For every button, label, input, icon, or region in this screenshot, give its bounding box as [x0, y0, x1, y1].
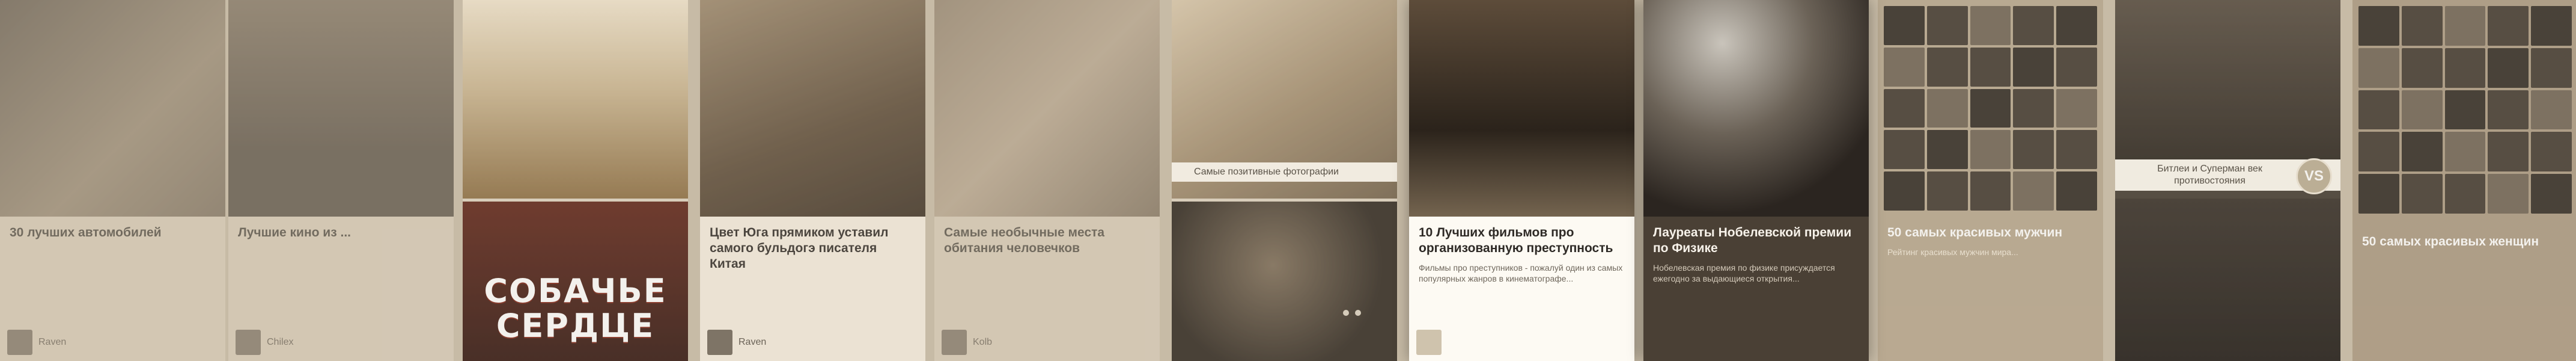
poster-title: СЕРДЦЕ — [496, 307, 655, 345]
author-avatar — [707, 330, 732, 355]
author-avatar — [942, 330, 967, 355]
card-thumbnail[interactable] — [700, 0, 925, 217]
collection-card[interactable]: Самые позитивные фотографии — [1172, 0, 1397, 361]
versus-badge: VS — [2296, 158, 2332, 194]
author-name: Chilex — [267, 337, 294, 347]
card-thumbnail[interactable] — [1172, 202, 1397, 361]
card-caption: Лауреаты Нобелевской премии по Физике Но… — [1643, 217, 1869, 284]
card-title[interactable]: 30 лучших автомобилей — [10, 225, 216, 241]
author-avatar — [236, 330, 261, 355]
card-thumbnail[interactable] — [228, 0, 454, 217]
author-name: Raven — [38, 337, 67, 347]
card-description: Фильмы про преступников - пожалуй один и… — [1419, 263, 1623, 283]
card-author[interactable] — [1416, 330, 1448, 355]
card-author[interactable]: Raven — [7, 330, 66, 355]
faces-grid[interactable] — [2358, 6, 2572, 214]
carousel-strip: 30 лучших автомобилей Raven Лучшие кино … — [0, 0, 2576, 361]
poster-title: СОБАЧЬЕ — [484, 272, 667, 310]
faces-grid[interactable] — [1884, 6, 2097, 211]
card-description: Нобелевская премия по физике присуждаетс… — [1653, 263, 1835, 283]
card-author[interactable]: Chilex — [236, 330, 293, 355]
card-banner[interactable]: Самые позитивные фотографии — [1172, 162, 1397, 182]
card-thumbnail[interactable] — [1409, 0, 1634, 217]
card-description: Рейтинг красивых мужчин мира... — [1887, 247, 2018, 257]
card-thumbnail[interactable] — [0, 0, 225, 217]
collection-card[interactable]: 50 самых красивых мужчин Рейтинг красивы… — [1878, 0, 2103, 361]
card-title[interactable]: 50 самых красивых мужчин — [1887, 225, 2093, 241]
card-title[interactable]: 50 самых красивых женщин — [2362, 234, 2568, 250]
card-author[interactable]: Raven — [707, 330, 766, 355]
card-caption: 10 Лучших фильмов про организованную пре… — [1409, 217, 1634, 284]
poster-image[interactable]: СОБАЧЬЕ СЕРДЦЕ — [463, 202, 688, 361]
collection-card[interactable]: Битлеи и Суперман век противостояния VS — [2115, 0, 2340, 361]
slide-dot-icon[interactable] — [1343, 310, 1349, 316]
author-name: Kolb — [973, 337, 993, 347]
card-title[interactable]: Лучшие кино из ... — [238, 225, 444, 241]
card-caption: Цвет Юга прямиком уставил самого бульдог… — [700, 217, 925, 278]
collection-card[interactable]: Лауреаты Нобелевской премии по Физике Но… — [1643, 0, 1869, 361]
card-title[interactable]: 10 Лучших фильмов про организованную пре… — [1419, 225, 1625, 256]
card-caption: Лучшие кино из ... — [228, 217, 454, 247]
card-caption: 50 самых красивых женщин — [2352, 226, 2576, 256]
author-avatar — [1416, 330, 1442, 355]
card-thumbnail[interactable] — [463, 0, 688, 199]
collection-card[interactable]: 10 Лучших фильмов про организованную пре… — [1409, 0, 1634, 361]
card-thumbnail[interactable] — [2115, 199, 2340, 361]
collection-card[interactable]: Лучшие кино из ... Chilex — [228, 0, 454, 361]
card-caption: Самые необычные места обитания человечко… — [934, 217, 1160, 262]
card-caption: 30 лучших автомобилей — [0, 217, 225, 247]
author-avatar — [7, 330, 32, 355]
card-author[interactable]: Kolb — [942, 330, 992, 355]
collection-card[interactable]: Самые необычные места обитания человечко… — [934, 0, 1160, 361]
card-thumbnail[interactable] — [1643, 0, 1869, 217]
collection-card[interactable]: 30 лучших автомобилей Raven — [0, 0, 225, 361]
collection-card[interactable]: 50 самых красивых женщин — [2352, 0, 2576, 361]
card-caption: 50 самых красивых мужчин Рейтинг красивы… — [1878, 217, 2103, 258]
slide-dot-icon[interactable] — [1355, 310, 1361, 316]
card-title[interactable]: Цвет Юга прямиком уставил самого бульдог… — [710, 225, 916, 272]
card-title[interactable]: Самые необычные места обитания человечко… — [944, 225, 1150, 256]
collection-card[interactable]: Цвет Юга прямиком уставил самого бульдог… — [700, 0, 925, 361]
card-title[interactable]: Лауреаты Нобелевской премии по Физике — [1653, 225, 1859, 256]
collection-card[interactable]: СОБАЧЬЕ СЕРДЦЕ — [463, 0, 688, 361]
author-name: Raven — [738, 337, 767, 347]
card-thumbnail[interactable] — [934, 0, 1160, 217]
card-thumbnail[interactable] — [2115, 0, 2340, 159]
